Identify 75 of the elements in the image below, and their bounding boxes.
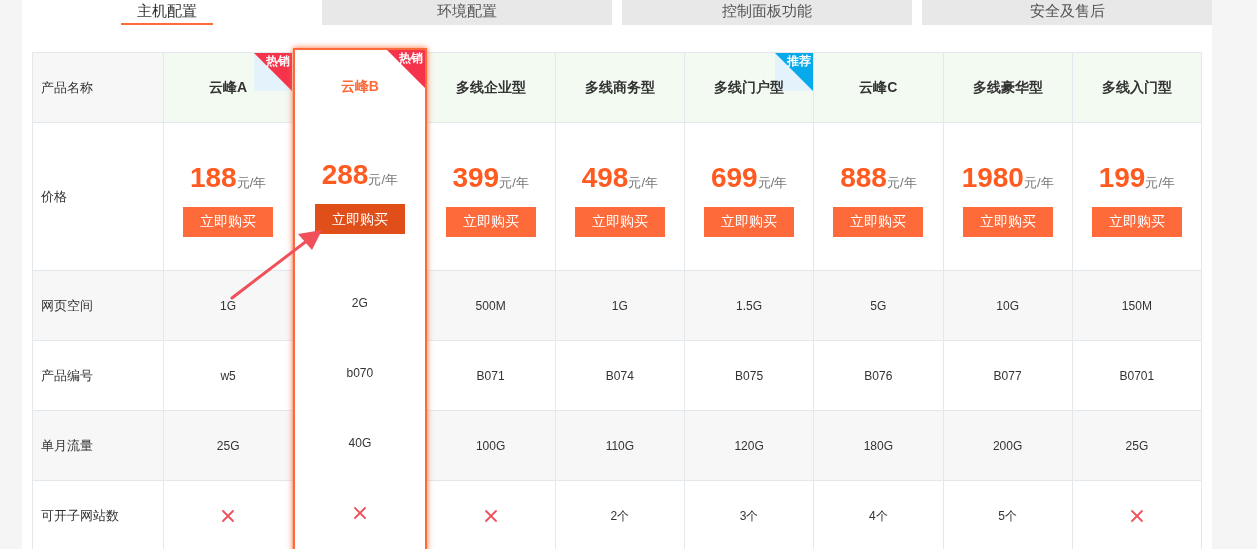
row-label: 单月流量 [33,411,164,481]
product-name: 多线豪华型 [972,78,1043,97]
table-cell-text: 4个 [869,507,888,525]
cross-icon [221,508,236,523]
row-label: 价格 [33,123,164,271]
header-cell: 产品名称 [33,53,164,123]
price-unit: 元/年 [368,172,399,189]
buy-button[interactable]: 立即购买 [1091,206,1182,237]
table-cell-text: 120G [734,437,764,455]
price-unit: 元/年 [499,174,529,192]
buy-button[interactable]: 立即购买 [962,206,1053,237]
table-cell-text: 25G [216,437,240,455]
price-unit: 元/年 [757,174,788,192]
table-cell-text: 5G [870,297,887,315]
row-label: 产品编号 [33,341,164,411]
cross-icon [483,508,498,523]
table-cell-text: 110G [605,437,635,455]
table-cell-text: 25G [1125,437,1149,455]
table-cell-text: 500M [475,297,506,315]
table-cell-text: B071 [476,367,505,385]
tab[interactable]: 环境配置 [322,0,612,25]
price: 199 [1098,160,1146,195]
table-cell-text: 1G [611,297,628,315]
table-cell-text: 180G [863,437,894,455]
table-cell-text: B0701 [1119,367,1155,385]
ribbon-label: 热销 [266,53,291,69]
tab[interactable]: 安全及售后 [922,0,1212,25]
buy-button[interactable]: 立即购买 [183,206,274,237]
table-cell-text: B077 [993,367,1022,385]
cross-icon [1129,508,1144,523]
table-cell-text: B074 [605,367,634,385]
price: 399 [452,160,500,195]
ribbon-label: 热销 [398,50,423,66]
row-label: 网页空间 [33,271,164,341]
buy-button[interactable]: 立即购买 [704,206,795,237]
price-unit: 元/年 [886,174,917,192]
price-unit: 元/年 [236,174,267,192]
table-cell-text: 2个 [610,507,630,525]
cross-icon [352,506,367,520]
product-name: 多线企业型 [455,78,526,97]
table-cell-text: B075 [735,367,764,385]
product-name: 多线入门型 [1101,78,1172,97]
price: 1980 [961,160,1024,195]
table-cell-text: 40G [348,435,372,452]
table-cell-text: 2G [351,295,368,312]
table-cell-text: 10G [996,297,1019,315]
price-unit: 元/年 [1023,174,1054,192]
table-cell-text: 200G [992,437,1023,455]
price: 498 [581,160,629,195]
table-cell-text: w5 [220,367,236,385]
product-name: 多线商务型 [584,78,655,97]
buy-button[interactable]: 立即购买 [574,206,665,237]
product-name: 多线门户型 [714,78,785,97]
product-name: 云峰A [209,78,248,97]
buy-button[interactable]: 立即购买 [314,204,405,234]
tab[interactable]: 控制面板功能 [622,0,912,25]
table-cell-text: 100G [475,437,506,455]
table-cell-text: 3个 [739,507,759,525]
price: 699 [710,160,758,195]
price: 188 [189,160,237,195]
table-cell-text: b070 [346,365,374,382]
table-cell-text: 1.5G [736,297,763,315]
product-name: 云峰C [859,78,898,97]
buy-button[interactable]: 立即购买 [833,206,924,237]
table-cell-text: 5个 [998,507,1017,525]
table-cell-text: 1G [220,297,237,315]
ribbon-label: 推荐 [787,53,812,69]
product-name: 云峰B [340,77,379,96]
price-unit: 元/年 [628,174,659,192]
table-cell-text: B076 [864,367,893,385]
table-cell-text: 150M [1121,297,1152,315]
buy-button[interactable]: 立即购买 [445,206,536,237]
price-unit: 元/年 [1145,174,1176,192]
price: 288 [321,158,369,192]
price: 888 [840,160,887,195]
